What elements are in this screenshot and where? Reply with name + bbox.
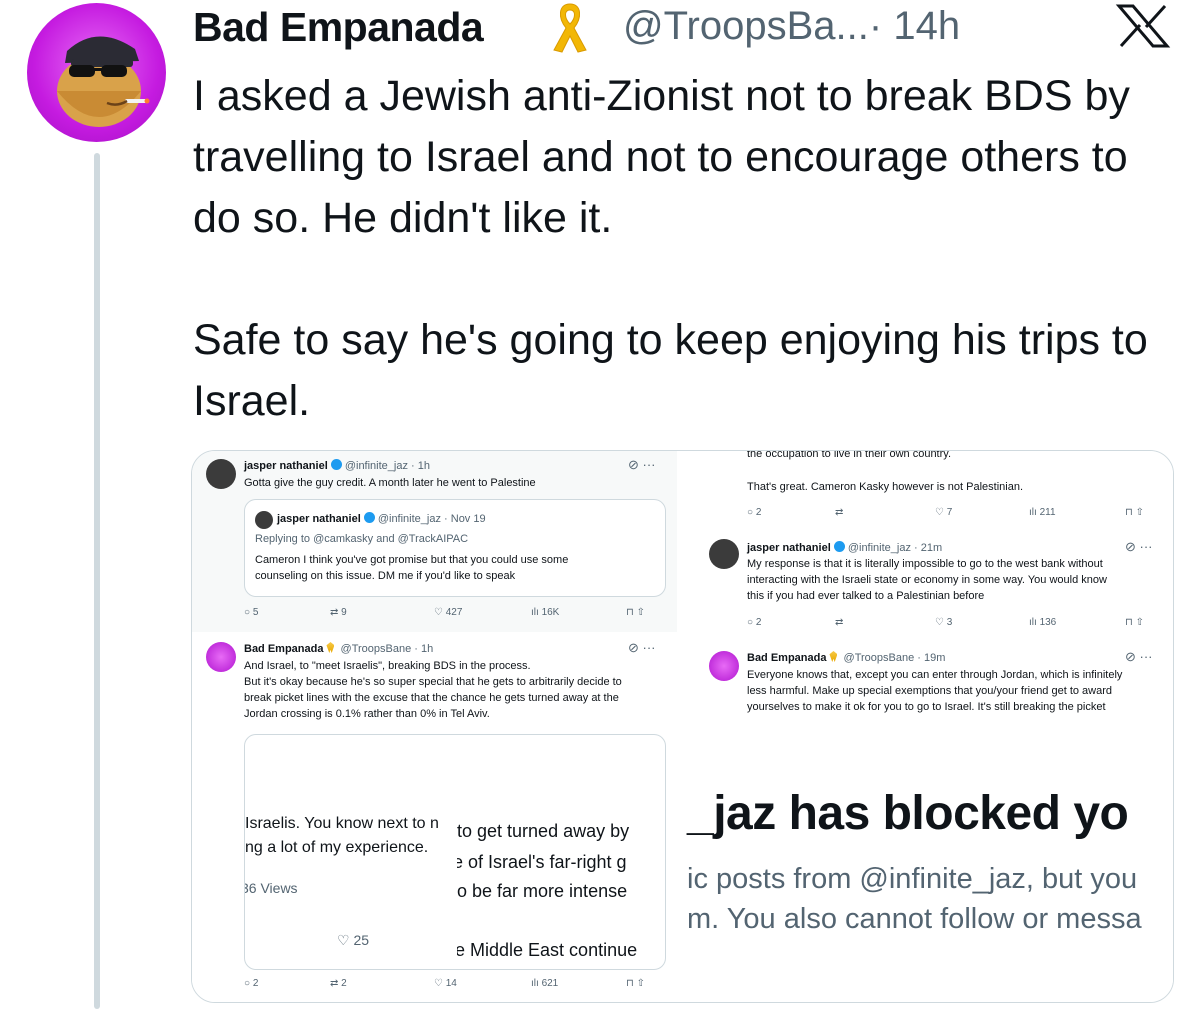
avatar [206,459,236,489]
post-line: And Israel, to "meet Israelis", breaking… [244,660,531,672]
avatar [709,651,739,681]
crop-text: ng a lot of my experience. [245,839,429,856]
reply-count: ○ 2 [747,507,762,518]
post-line: interacting with the Israeli state or ec… [747,574,1107,586]
yellow-ribbon-icon [326,642,335,653]
crop-text: e of Israel's far-right g [457,852,627,872]
screenshot-bad-empanada-reply: Bad Empanada @TroopsBane · 1h ⊘ ··· And … [192,634,677,1002]
verified-badge-icon [363,512,375,523]
quote-handle: @infinite_jaz · Nov 19 [377,513,486,525]
post-author: jasper nathaniel [244,460,328,472]
crop-text: o be far more intense [457,881,628,901]
embedded-crops: Israelis. You know next to n ng a lot of… [244,734,666,970]
tweet-text: I asked a Jewish anti-Zionist not to bre… [193,66,1183,432]
more-icon: ⊘ ··· [628,457,656,472]
post-line: Jordan crossing is 0.1% rather than 0% i… [244,708,490,720]
quote-tweet: jasper nathaniel @infinite_jaz · Nov 19 … [244,499,666,597]
crop-text: e Middle East continue [457,940,638,960]
crop-views: 36 Views [245,880,298,896]
repost-count: ⇄ 2 [330,978,347,989]
attached-image-collage[interactable]: jasper nathaniel @infinite_jaz · 1h ⊘ ··… [191,450,1174,1003]
engagement-row: ○ 2 ⇄ ♡ 3 ılı 136 ⊓ ⇧ [747,617,1167,631]
post-text: Gotta give the guy credit. A month later… [244,477,536,489]
crop-a: Israelis. You know next to n ng a lot of… [245,735,455,969]
more-icon: ⊘ ··· [1125,649,1153,664]
screenshot-blocked-notice: _jaz has blocked yo ic posts from @infin… [677,751,1173,1002]
avatar [206,642,236,672]
engagement-row: ○ 2 ⇄ ♡ 7 ılı 211 ⊓ ⇧ [747,507,1167,521]
like-count: ♡ 7 [935,507,953,518]
engagement-row: ○ 5 ⇄ 9 ♡ 427 ılı 16K ⊓ ⇧ [244,607,674,621]
bookmark-icon: ⊓ ⇧ [1125,617,1144,628]
post-handle: @infinite_jaz · 21m [847,542,943,554]
empanada-avatar-icon [57,36,150,127]
yellow-ribbon-icon [546,0,594,55]
thread-line [94,153,100,1009]
post-line: yourselves to make it ok for you to go t… [747,701,1106,713]
post-handle: @TroopsBane · 1h [340,643,434,655]
post-line: this if you had ever talked to a Palesti… [747,590,985,602]
repost-icon: ⇄ [835,507,844,518]
verified-badge-icon [330,459,342,470]
x-logo-icon [1115,4,1171,48]
yellow-ribbon-icon [829,651,838,662]
avatar [709,539,739,569]
view-count: ılı 16K [531,607,560,618]
post-author: Bad Empanada [244,643,324,655]
crop-likes: ♡ 25 [337,932,370,948]
like-count: ♡ 3 [935,617,953,628]
blocked-headline: _jaz has blocked yo [687,787,1129,840]
post-line: But it's okay because he's so super spec… [244,676,622,688]
like-count: ♡ 14 [434,978,457,989]
more-icon: ⊘ ··· [1125,539,1153,554]
author-handle-text[interactable]: @TroopsBa... [623,4,869,48]
tweet-paragraph-1: I asked a Jewish anti-Zionist not to bre… [193,72,1130,242]
reply-count: ○ 5 [244,607,259,618]
post-time[interactable]: · 14h [869,4,960,48]
crop-text: to get turned away by [457,821,630,841]
post-line: break picket lines with the excuse that … [244,692,619,704]
replying-to: Replying to @camkasky and @TrackAIPAC [255,533,469,545]
view-count: ılı 136 [1029,617,1057,628]
view-count: ılı 621 [531,978,559,989]
like-count: ♡ 427 [434,607,463,618]
quote-author: jasper nathaniel [277,513,361,525]
crop-b: to get turned away by e of Israel's far-… [457,735,665,969]
repost-icon: ⇄ [835,617,844,628]
quote-line: counseling on this issue. DM me if you'd… [255,570,516,582]
author-handle[interactable]: @TroopsBa...· 14h [623,4,960,49]
view-count: ılı 211 [1029,507,1056,518]
post-text: That's great. Cameron Kasky however is n… [747,481,1024,493]
post-line: Everyone knows that, except you can ente… [747,669,1123,681]
verified-badge-icon [833,541,845,552]
post-author: Bad Empanada [747,652,827,664]
reply-count: ○ 2 [244,978,259,989]
crop-text: Israelis. You know next to n [245,815,439,832]
author-avatar[interactable] [27,3,166,142]
blocked-subtext: m. You also cannot follow or messa [687,903,1142,935]
bookmark-icon: ⊓ ⇧ [626,978,645,989]
bookmark-icon: ⊓ ⇧ [1125,507,1144,518]
screenshot-jasper-post: jasper nathaniel @infinite_jaz · 1h ⊘ ··… [192,451,677,632]
post-line: My response is that it is literally impo… [747,558,1103,570]
repost-count: ⇄ 9 [330,607,347,618]
screenshot-thread-replies: the occupation to live in their own coun… [695,451,1173,721]
author-name[interactable]: Bad Empanada [193,4,484,51]
post-author: jasper nathaniel [747,542,831,554]
post-line: less harmful. Make up special exemptions… [747,685,1113,697]
post-handle: @infinite_jaz · 1h [344,460,430,472]
post-handle: @TroopsBane · 19m [843,652,946,664]
reply-count: ○ 2 [747,617,762,628]
tweet-paragraph-2: Safe to say he's going to keep enjoying … [193,316,1148,425]
bookmark-icon: ⊓ ⇧ [626,607,645,618]
avatar [255,511,273,529]
engagement-row: ○ 2 ⇄ 2 ♡ 14 ılı 621 ⊓ ⇧ [244,978,674,992]
blocked-subtext: ic posts from @infinite_jaz, but you [687,863,1138,895]
post-line: the occupation to live in their own coun… [747,450,952,460]
more-icon: ⊘ ··· [628,640,656,655]
quote-line: Cameron I think you've got promise but t… [255,554,569,566]
